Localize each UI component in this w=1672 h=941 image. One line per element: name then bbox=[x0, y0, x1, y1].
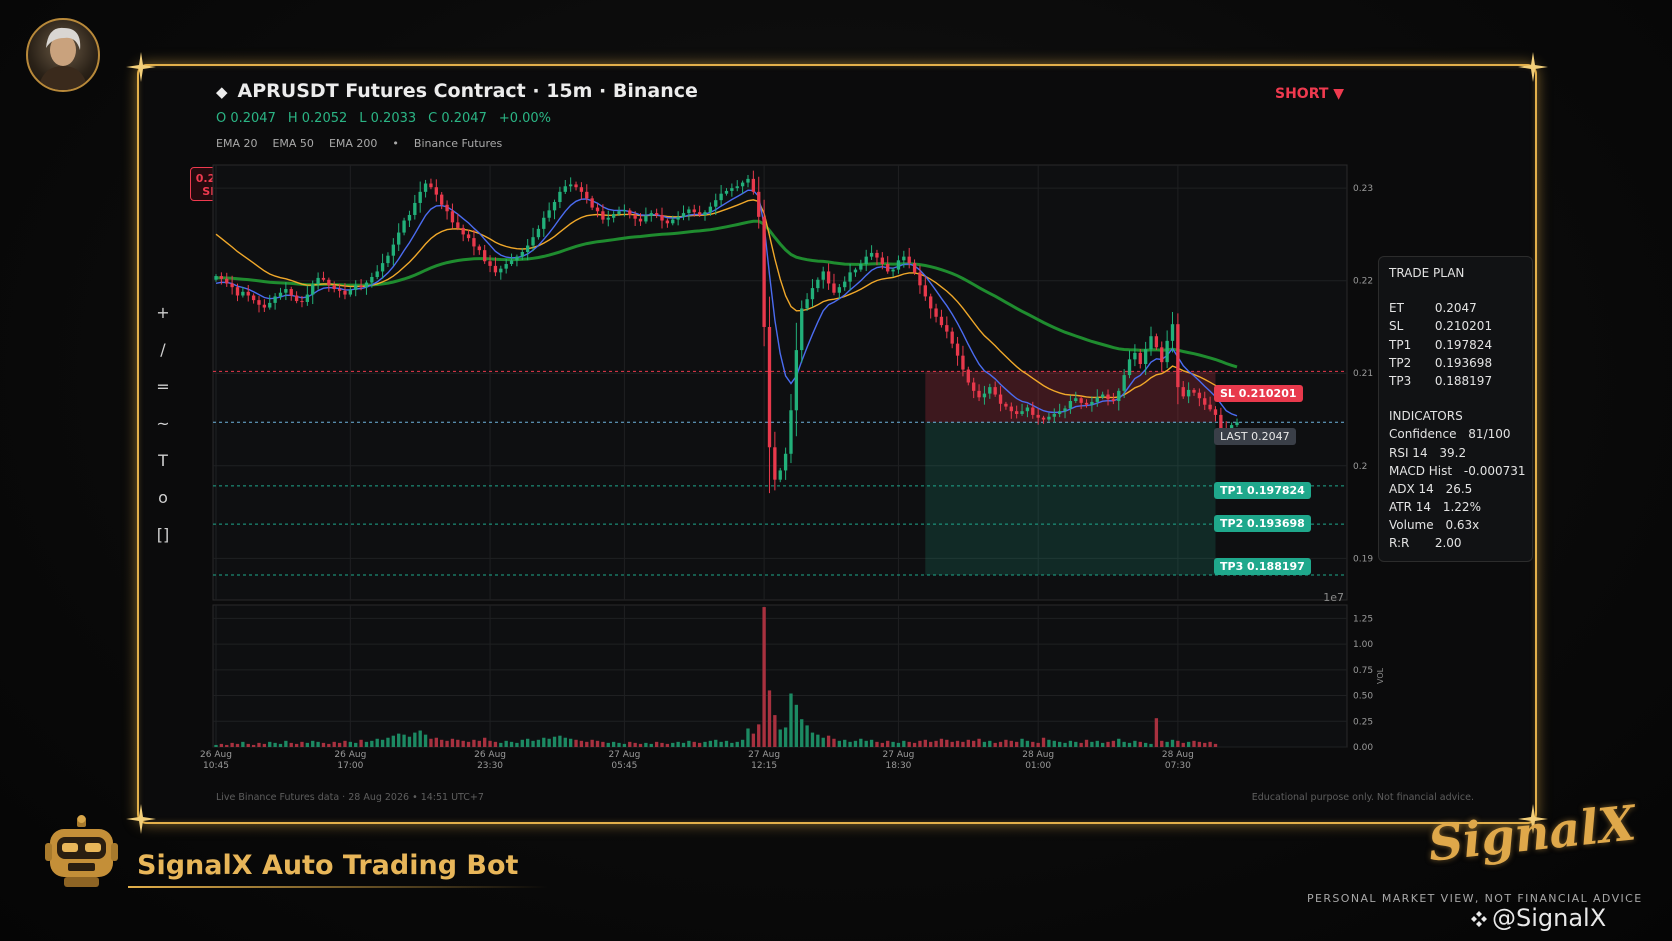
indicator-value: 2.00 bbox=[1431, 536, 1462, 551]
mini-legend-ma200: MA 200 bbox=[336, 171, 372, 182]
text-tool-icon[interactable]: T bbox=[152, 451, 174, 488]
indicator-key: MACD Hist bbox=[1389, 463, 1453, 478]
brush-tool-icon[interactable]: ~ bbox=[152, 414, 174, 451]
data-source-note: Live Binance Futures data · 28 Aug 2026 … bbox=[216, 792, 484, 803]
chart-title: ◆ APRUSDT Futures Contract · 15m · Binanc… bbox=[216, 80, 698, 102]
legend-ema200[interactable]: EMA 200 bbox=[329, 137, 377, 150]
avatar bbox=[26, 18, 100, 92]
indicator-key: R:R bbox=[1389, 536, 1410, 551]
binance-icon bbox=[1471, 911, 1487, 927]
tp2-label: TP2 0.193698 bbox=[1214, 515, 1311, 532]
bot-underline bbox=[128, 886, 548, 888]
drawing-toolbar: + / = ~ T o [] bbox=[152, 303, 174, 562]
legend-separator: • bbox=[392, 137, 399, 150]
indicator-key: ADX 14 bbox=[1389, 481, 1434, 496]
sell-price: 0.2047 bbox=[195, 172, 239, 185]
indicators-title: INDICATORS bbox=[1389, 409, 1463, 424]
ohlc-open: O 0.2047 bbox=[216, 111, 276, 126]
indicator-row: MACD Hist -0.000731 bbox=[1389, 463, 1526, 482]
last-price-label: LAST 0.2047 bbox=[1214, 428, 1296, 445]
indicator-row: Confidence 81/100 bbox=[1389, 427, 1522, 445]
trade-level-value: 0.188197 bbox=[1431, 373, 1493, 388]
trade-level-row: SL 0.210201 bbox=[1389, 319, 1522, 337]
indicator-value: 39.2 bbox=[1435, 445, 1467, 460]
trade-plan-levels: ET 0.2047 SL 0.210201 TP1 0.197824 TP2 0.19… bbox=[1389, 301, 1522, 392]
trade-plan-title: TRADE PLAN bbox=[1389, 266, 1465, 280]
trendline-tool-icon[interactable]: / bbox=[152, 340, 174, 377]
indicator-key: RSI 14 bbox=[1389, 445, 1428, 460]
trade-level-row: ET 0.2047 bbox=[1389, 301, 1522, 319]
sell-label: SELL bbox=[202, 185, 232, 198]
indicator-key: Volume bbox=[1389, 518, 1434, 533]
trade-level-key: SL bbox=[1389, 319, 1404, 334]
indicator-row: ADX 14 26.5 bbox=[1389, 482, 1522, 500]
sell-button[interactable]: 0.2047 SELL bbox=[190, 167, 244, 201]
rectangle-tool-icon[interactable]: [] bbox=[152, 525, 174, 562]
brand-handle: @SignalX bbox=[1470, 904, 1606, 932]
trade-level-row: TP3 0.188197 bbox=[1389, 374, 1522, 392]
sparkle-icon bbox=[126, 804, 156, 834]
mini-legend: EMA 20 EMA 50 bbox=[248, 170, 284, 198]
trade-plan-panel: TRADE PLAN ET 0.2047 SL 0.210201 TP1 0.197… bbox=[1378, 256, 1533, 562]
trade-level-row: TP1 0.197824 bbox=[1389, 338, 1522, 356]
indicator-value: 81/100 bbox=[1464, 427, 1511, 442]
indicator-key: ATR 14 bbox=[1389, 500, 1432, 515]
tp1-label: TP1 0.197824 bbox=[1214, 482, 1311, 499]
mini-legend-ema20: EMA 20 bbox=[248, 171, 284, 182]
indicator-value: 1.22% bbox=[1439, 500, 1481, 515]
buy-price: 0.2047 bbox=[289, 172, 333, 185]
indicator-key: Confidence bbox=[1389, 427, 1457, 442]
buy-button[interactable]: 0.2047 BUY bbox=[283, 167, 339, 201]
trade-level-key: ET bbox=[1389, 301, 1404, 316]
horizontal-line-tool-icon[interactable]: = bbox=[152, 377, 174, 414]
ohlc-low: L 0.2033 bbox=[359, 111, 417, 126]
brand-handle-text: @SignalX bbox=[1492, 904, 1607, 932]
mini-legend-ema50: EMA 50 bbox=[248, 185, 284, 196]
ohlc-high: H 0.2052 bbox=[287, 111, 348, 126]
bot-name: SignalX Auto Trading Bot bbox=[137, 850, 519, 881]
advice-disclaimer: Educational purpose only. Not financial … bbox=[1251, 792, 1474, 803]
buy-label: BUY bbox=[298, 185, 324, 198]
indicator-value: 0.63x bbox=[1441, 518, 1480, 533]
indicator-row: Volume 0.63x bbox=[1389, 518, 1522, 536]
legend-source: Binance Futures bbox=[413, 137, 503, 150]
trade-level-value: 0.193698 bbox=[1431, 355, 1493, 370]
trade-level-key: TP3 bbox=[1389, 373, 1412, 388]
trade-level-key: TP2 bbox=[1389, 355, 1412, 370]
ohlc-change: +0.00% bbox=[498, 111, 552, 126]
sparkle-icon bbox=[1518, 52, 1548, 82]
circle-tool-icon[interactable]: o bbox=[152, 488, 174, 525]
trade-level-value: 0.210201 bbox=[1431, 319, 1493, 334]
indicator-row: ATR 14 1.22% bbox=[1389, 500, 1522, 518]
robot-logo-icon bbox=[45, 815, 118, 887]
legend-ema20[interactable]: EMA 20 bbox=[216, 137, 257, 150]
indicator-row: RSI 14 39.2 bbox=[1389, 446, 1522, 464]
indicator-value: 26.5 bbox=[1441, 481, 1473, 496]
ohlc-close: C 0.2047 bbox=[428, 111, 487, 126]
chart-title-text: APRUSDT Futures Contract · 15m · Binance bbox=[237, 80, 698, 102]
indicator-row: R:R 2.00 bbox=[1389, 536, 1522, 554]
trade-level-key: TP1 bbox=[1389, 337, 1412, 352]
diamond-icon: ◆ bbox=[216, 83, 228, 101]
legend-ema50[interactable]: EMA 50 bbox=[272, 137, 313, 150]
crosshair-tool-icon[interactable]: + bbox=[152, 303, 174, 340]
indicator-legend: EMA 20 EMA 50 EMA 200 • Binance Futures bbox=[216, 137, 517, 150]
ohlc-readout: O 0.2047 H 0.2052 L 0.2033 C 0.2047 +0.00% bbox=[216, 111, 563, 126]
trade-level-value: 0.2047 bbox=[1431, 301, 1477, 316]
trade-level-row: TP2 0.193698 bbox=[1389, 356, 1522, 374]
trade-level-value: 0.197824 bbox=[1431, 337, 1493, 352]
indicator-value: -0.000731 bbox=[1460, 463, 1526, 478]
sparkle-icon bbox=[126, 52, 156, 82]
sl-label: SL 0.210201 bbox=[1214, 385, 1303, 402]
tp3-label: TP3 0.188197 bbox=[1214, 558, 1311, 575]
direction-badge[interactable]: SHORT ▼ bbox=[1275, 86, 1344, 102]
trade-plan-indicators: Confidence 81/100 RSI 14 39.2 MACD Hist -0… bbox=[1389, 427, 1526, 554]
